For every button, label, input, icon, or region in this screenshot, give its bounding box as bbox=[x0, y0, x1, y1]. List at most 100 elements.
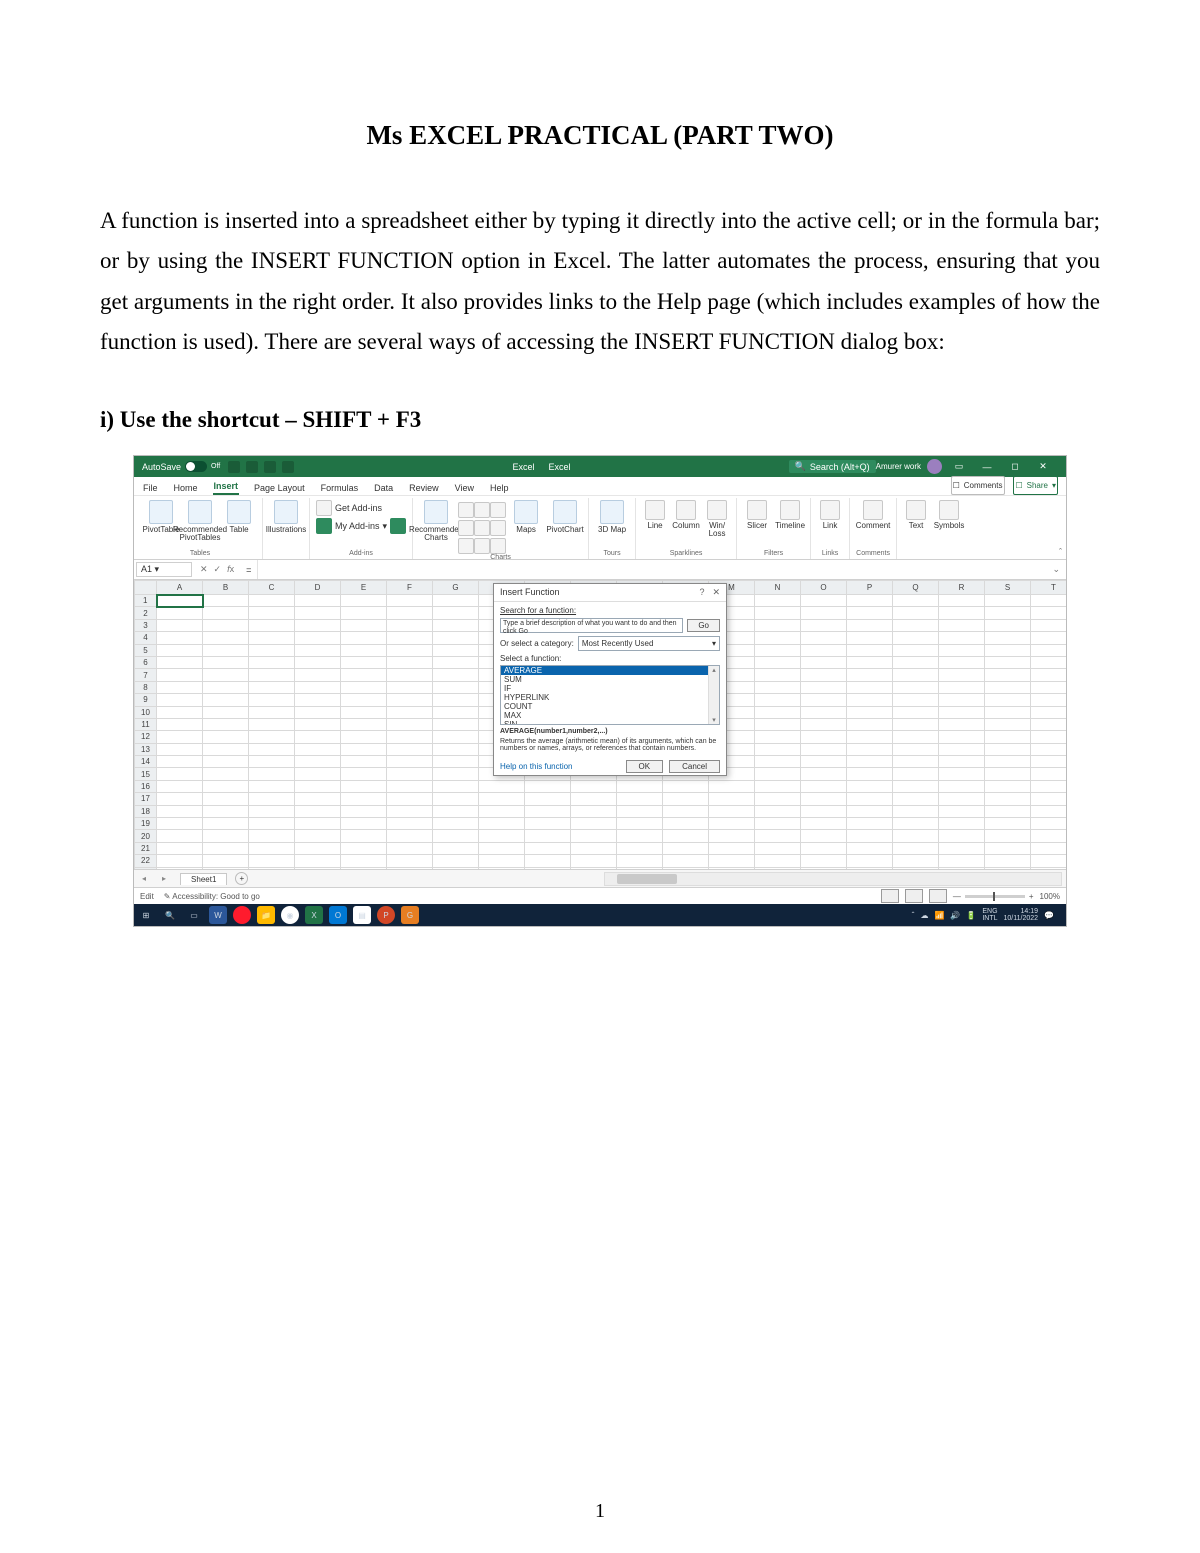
tray-chevron-icon[interactable]: ˆ bbox=[912, 911, 915, 920]
list-item[interactable]: MAX bbox=[501, 711, 719, 720]
list-item[interactable]: SUM bbox=[501, 675, 719, 684]
comment-button[interactable]: Comment bbox=[856, 500, 890, 530]
formula-input[interactable] bbox=[257, 560, 1046, 579]
tab-insert[interactable]: Insert bbox=[213, 479, 240, 495]
dialog-close-icon[interactable]: ✕ bbox=[712, 587, 720, 598]
group-illustrations: Illustrations bbox=[263, 498, 310, 559]
taskview-icon[interactable]: ▭ bbox=[185, 906, 203, 924]
account-name[interactable]: Amurer work bbox=[876, 462, 921, 471]
view-normal-icon[interactable] bbox=[881, 889, 899, 903]
illustrations-button[interactable]: Illustrations bbox=[269, 500, 303, 534]
text-button[interactable]: Text bbox=[903, 500, 929, 530]
tab-formulas[interactable]: Formulas bbox=[320, 481, 360, 495]
tab-data[interactable]: Data bbox=[373, 481, 394, 495]
app-icon[interactable]: G bbox=[401, 906, 419, 924]
cancel-button[interactable]: Cancel bbox=[669, 760, 720, 773]
collapse-ribbon-icon[interactable]: ˆ bbox=[1059, 547, 1062, 557]
get-addins-button[interactable]: Get Add-ins bbox=[316, 500, 382, 516]
add-sheet-button[interactable]: + bbox=[235, 872, 248, 885]
maps-button[interactable]: Maps bbox=[509, 500, 543, 534]
3dmap-button[interactable]: 3D Map bbox=[595, 500, 629, 534]
category-select[interactable]: Most Recently Used▾ bbox=[578, 636, 720, 651]
symbols-button[interactable]: Symbols bbox=[934, 500, 964, 530]
group-comments: Comment Comments bbox=[850, 498, 897, 559]
view-pagebreak-icon[interactable] bbox=[929, 889, 947, 903]
tray-language[interactable]: ENGINTL bbox=[982, 908, 997, 922]
list-item[interactable]: COUNT bbox=[501, 702, 719, 711]
link-button[interactable]: Link bbox=[817, 500, 843, 530]
chrome-icon[interactable]: ◉ bbox=[281, 906, 299, 924]
tab-view[interactable]: View bbox=[454, 481, 475, 495]
view-pagelayout-icon[interactable] bbox=[905, 889, 923, 903]
ribbon-display-icon[interactable]: ▭ bbox=[948, 461, 970, 472]
list-item[interactable]: SIN bbox=[501, 720, 719, 725]
dialog-help-icon[interactable]: ? bbox=[699, 587, 704, 598]
tab-file[interactable]: File bbox=[142, 481, 159, 495]
listbox-scrollbar[interactable]: ▴▾ bbox=[708, 666, 719, 724]
zoom-control[interactable]: — + bbox=[953, 892, 1034, 901]
tab-review[interactable]: Review bbox=[408, 481, 440, 495]
my-addins-button[interactable]: My Add-ins ▾ bbox=[316, 518, 406, 534]
close-icon[interactable]: ✕ bbox=[1032, 461, 1054, 472]
search-box[interactable]: 🔍 Search (Alt+Q) bbox=[789, 460, 876, 473]
quick-access-toolbar[interactable] bbox=[228, 461, 294, 473]
worksheet-area[interactable]: ABCDEFGHIJKLMNOPQRST 1234567891011121314… bbox=[134, 580, 1066, 869]
timeline-button[interactable]: Timeline bbox=[776, 500, 804, 530]
expand-formula-icon[interactable]: ⌄ bbox=[1046, 564, 1066, 575]
doc-icon[interactable]: ▤ bbox=[353, 906, 371, 924]
tab-help[interactable]: Help bbox=[489, 481, 510, 495]
start-icon[interactable]: ⊞ bbox=[137, 906, 155, 924]
tray-volume-icon[interactable]: 🔊 bbox=[950, 911, 960, 920]
horizontal-scrollbar[interactable] bbox=[604, 872, 1062, 886]
sparkline-winloss-button[interactable]: Win/ Loss bbox=[704, 500, 730, 538]
cancel-formula-icon[interactable]: ✕ bbox=[200, 564, 208, 575]
word-icon[interactable]: W bbox=[209, 906, 227, 924]
tab-pagelayout[interactable]: Page Layout bbox=[253, 481, 306, 495]
autosave-toggle[interactable]: AutoSave Off bbox=[142, 461, 220, 472]
search-function-input[interactable]: Type a brief description of what you wan… bbox=[500, 618, 683, 633]
tray-battery-icon[interactable]: 🔋 bbox=[966, 911, 976, 920]
status-accessibility[interactable]: ✎ Accessibility: Good to go bbox=[164, 892, 260, 901]
list-item[interactable]: IF bbox=[501, 684, 719, 693]
select-function-label: Select a function: bbox=[500, 654, 720, 663]
ok-button[interactable]: OK bbox=[626, 760, 664, 773]
excel-app-icon[interactable]: X bbox=[305, 906, 323, 924]
opera-icon[interactable] bbox=[233, 906, 251, 924]
tray-clock[interactable]: 14:1910/11/2022 bbox=[1004, 908, 1039, 922]
group-sparklines: Line Column Win/ Loss Sparklines bbox=[636, 498, 737, 559]
list-item[interactable]: HYPERLINK bbox=[501, 693, 719, 702]
sheet-nav-next-icon[interactable]: ▸ bbox=[154, 874, 174, 883]
sparkline-column-button[interactable]: Column bbox=[673, 500, 699, 530]
sparkline-line-button[interactable]: Line bbox=[642, 500, 668, 530]
sheet-tab[interactable]: Sheet1 bbox=[180, 873, 227, 885]
minimize-icon[interactable]: — bbox=[976, 462, 998, 472]
share-button[interactable]: ☐ Share ▾ bbox=[1013, 476, 1058, 495]
table-button[interactable]: Table bbox=[222, 500, 256, 534]
explorer-icon[interactable]: 📁 bbox=[257, 906, 275, 924]
recommended-pivot-button[interactable]: Recommended PivotTables bbox=[183, 500, 217, 542]
sheet-nav-prev-icon[interactable]: ◂ bbox=[134, 874, 154, 883]
tray-onedrive-icon[interactable]: ☁ bbox=[920, 911, 928, 920]
enter-formula-icon[interactable]: ✓ bbox=[214, 564, 222, 575]
recommended-charts-button[interactable]: Recommended Charts bbox=[419, 500, 453, 542]
help-link[interactable]: Help on this function bbox=[500, 762, 573, 771]
chart-type-gallery[interactable] bbox=[458, 500, 504, 554]
go-button[interactable]: Go bbox=[687, 619, 720, 632]
name-box[interactable]: A1 ▾ bbox=[136, 562, 192, 577]
tab-home[interactable]: Home bbox=[173, 481, 199, 495]
taskbar-search-icon[interactable]: 🔍 bbox=[161, 906, 179, 924]
fx-icon[interactable]: fx bbox=[227, 564, 234, 575]
powerpoint-icon[interactable]: P bbox=[377, 906, 395, 924]
zoom-value[interactable]: 100% bbox=[1040, 892, 1060, 901]
comments-button[interactable]: ☐ Comments bbox=[951, 476, 1006, 495]
maximize-icon[interactable]: ◻ bbox=[1004, 461, 1026, 472]
tray-notifications-icon[interactable]: 💬 bbox=[1044, 911, 1054, 920]
list-item[interactable]: AVERAGE bbox=[501, 666, 719, 675]
avatar[interactable] bbox=[927, 459, 942, 474]
function-listbox[interactable]: AVERAGESUMIFHYPERLINKCOUNTMAXSIN▴▾ bbox=[500, 665, 720, 725]
pivotchart-button[interactable]: PivotChart bbox=[548, 500, 582, 534]
titlebar: AutoSave Off Excel Excel 🔍 Search (Alt+Q… bbox=[134, 456, 1066, 477]
slicer-button[interactable]: Slicer bbox=[743, 500, 771, 530]
outlook-icon[interactable]: O bbox=[329, 906, 347, 924]
tray-wifi-icon[interactable]: 📶 bbox=[934, 911, 944, 920]
